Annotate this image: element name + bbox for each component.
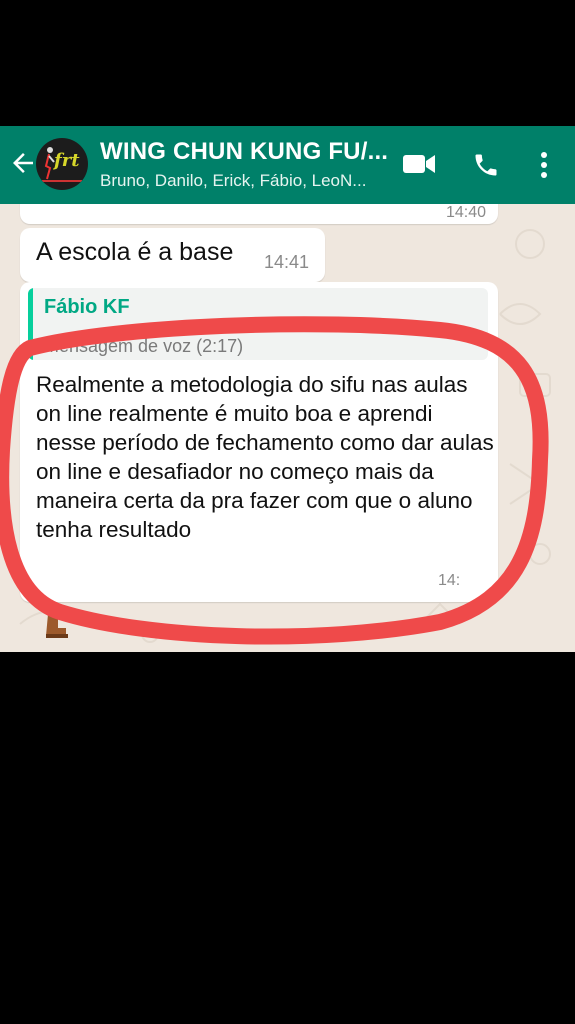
message-text: Realmente a metodologia do sifu nas aula… bbox=[36, 372, 494, 542]
group-title[interactable]: WING CHUN KUNG FU/... bbox=[100, 138, 388, 166]
chat-header: frt WING CHUN KUNG FU/... Bruno, Danilo,… bbox=[0, 126, 575, 204]
message-text: A escola é a base bbox=[36, 238, 234, 266]
arrow-left-icon[interactable] bbox=[8, 148, 38, 178]
video-call-icon[interactable] bbox=[402, 152, 436, 176]
phone-icon[interactable] bbox=[472, 151, 500, 179]
avatar-stripe bbox=[42, 180, 82, 182]
chat-area[interactable]: 14:40 A escola é a base 14:41 Fábio KF M… bbox=[0, 204, 575, 652]
previous-message-bubble[interactable]: 14:40 bbox=[20, 204, 498, 224]
quoted-sender: Fábio KF bbox=[44, 296, 130, 318]
reply-message-bubble[interactable]: Fábio KF Mensagem de voz (2:17) Realment… bbox=[20, 282, 498, 602]
message-time: 14:41 bbox=[264, 252, 310, 272]
boot-emoji-icon bbox=[46, 614, 68, 638]
group-participants[interactable]: Bruno, Danilo, Erick, Fábio, LeoN... bbox=[100, 171, 366, 191]
kebab-menu-icon[interactable] bbox=[538, 150, 550, 180]
quote-accent-bar bbox=[28, 288, 33, 360]
quoted-message[interactable]: Fábio KF Mensagem de voz (2:17) bbox=[28, 288, 488, 360]
quoted-preview: Mensagem de voz (2:17) bbox=[44, 336, 244, 356]
message-time: 14: bbox=[438, 572, 461, 589]
avatar-logo-text: frt bbox=[54, 150, 80, 171]
message-bubble[interactable]: A escola é a base 14:41 bbox=[20, 228, 325, 282]
message-time: 14:40 bbox=[445, 204, 486, 221]
group-avatar[interactable]: frt bbox=[36, 138, 88, 190]
